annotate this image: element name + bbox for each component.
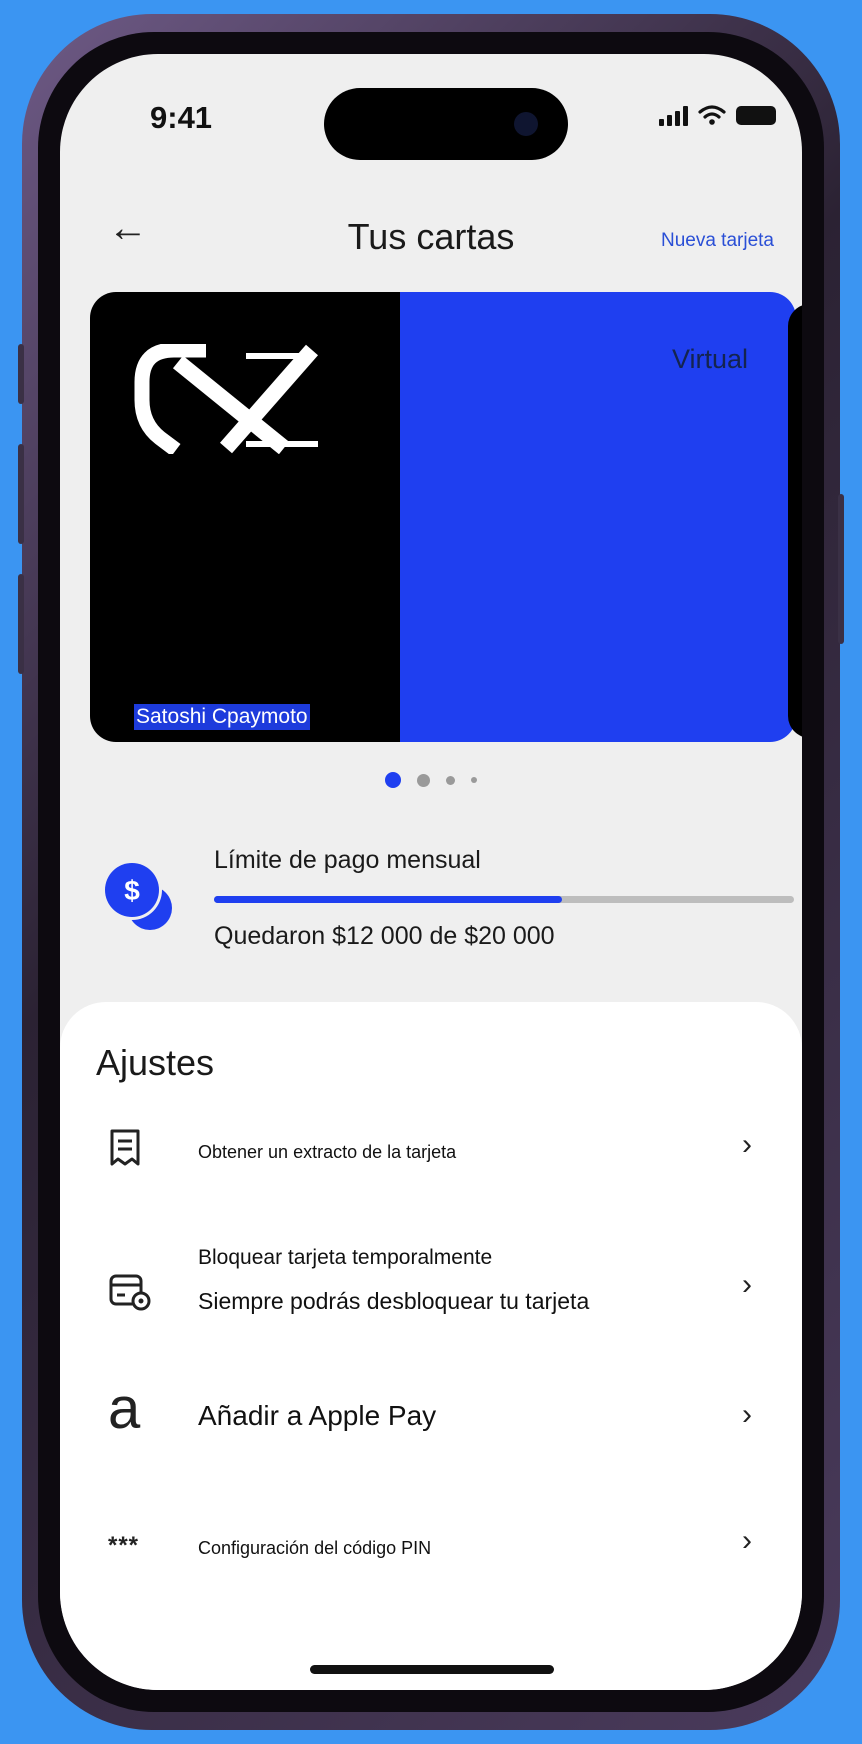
settings-title: Ajustes bbox=[96, 1042, 215, 1083]
next-card-peek[interactable] bbox=[788, 304, 802, 738]
dollar-coin-icon: $ bbox=[102, 860, 172, 930]
card-lock-icon bbox=[109, 1274, 151, 1311]
monthly-limit-label: Límite de pago mensual bbox=[214, 846, 481, 874]
settings-sheet: Ajustes Obtener un extracto de la tarjet… bbox=[60, 1002, 802, 1690]
phone-frame: 9:41 ← Tus cartas Nueva tarjeta Satoshi … bbox=[18, 14, 844, 1730]
volume-down-button bbox=[18, 574, 24, 674]
chevron-right-icon: › bbox=[742, 1524, 752, 1557]
settings-row-label: Configuración del código PIN bbox=[198, 1538, 432, 1558]
card-type-label: Virtual bbox=[671, 344, 748, 374]
card-right-panel: Virtual bbox=[400, 292, 796, 742]
chevron-right-icon: › bbox=[742, 1398, 752, 1431]
new-card-link[interactable]: Nueva tarjeta bbox=[661, 230, 774, 252]
wifi-icon bbox=[698, 105, 726, 125]
pin-asterisks-icon: *** bbox=[108, 1532, 140, 1559]
settings-row-statement[interactable]: Obtener un extracto de la tarjeta › bbox=[60, 1122, 802, 1212]
battery-icon bbox=[736, 105, 776, 125]
settings-row-block-card[interactable]: Bloquear tarjeta temporalmente Siempre p… bbox=[60, 1246, 802, 1356]
brand-logo-icon bbox=[134, 344, 319, 454]
side-button bbox=[18, 344, 24, 404]
status-time: 9:41 bbox=[150, 100, 213, 135]
dynamic-island bbox=[324, 88, 568, 160]
screen: 9:41 ← Tus cartas Nueva tarjeta Satoshi … bbox=[60, 54, 802, 1690]
volume-up-button bbox=[18, 444, 24, 544]
card-holder-name: Satoshi Cpaymoto bbox=[134, 704, 310, 730]
settings-row-label: Añadir a Apple Pay bbox=[198, 1400, 437, 1431]
camera-icon bbox=[514, 112, 538, 136]
settings-row-sublabel: Siempre podrás desbloquear tu tarjeta bbox=[198, 1288, 590, 1314]
limit-progress-bar bbox=[214, 896, 794, 903]
carousel-dot[interactable] bbox=[446, 775, 455, 785]
settings-row-apple-pay[interactable]: a Añadir a Apple Pay › bbox=[60, 1380, 802, 1468]
dollar-symbol: $ bbox=[124, 875, 140, 906]
apple-pay-icon: a bbox=[108, 1376, 141, 1441]
card-carousel-active[interactable]: Satoshi Cpaymoto Virtual bbox=[90, 292, 796, 742]
chevron-right-icon: › bbox=[742, 1268, 752, 1301]
limit-remaining-text: Quedaron $12 000 de $20 000 bbox=[214, 922, 555, 950]
power-button bbox=[838, 494, 844, 644]
carousel-dot[interactable] bbox=[417, 773, 430, 787]
settings-row-pin[interactable]: *** Configuración del código PIN › bbox=[60, 1520, 802, 1600]
carousel-dot[interactable] bbox=[471, 777, 477, 783]
limit-progress-fill bbox=[214, 896, 562, 903]
carousel-dot-active[interactable] bbox=[385, 772, 401, 788]
settings-row-label: Obtener un extracto de la tarjeta bbox=[198, 1142, 457, 1162]
home-indicator[interactable] bbox=[310, 1665, 554, 1674]
settings-row-label: Bloquear tarjeta temporalmente bbox=[198, 1246, 493, 1269]
cellular-signal-icon bbox=[659, 104, 688, 126]
carousel-indicator bbox=[60, 772, 802, 788]
card-left-panel: Satoshi Cpaymoto bbox=[90, 292, 400, 742]
status-icons bbox=[659, 104, 776, 126]
receipt-icon bbox=[110, 1129, 140, 1166]
chevron-right-icon: › bbox=[742, 1128, 752, 1161]
